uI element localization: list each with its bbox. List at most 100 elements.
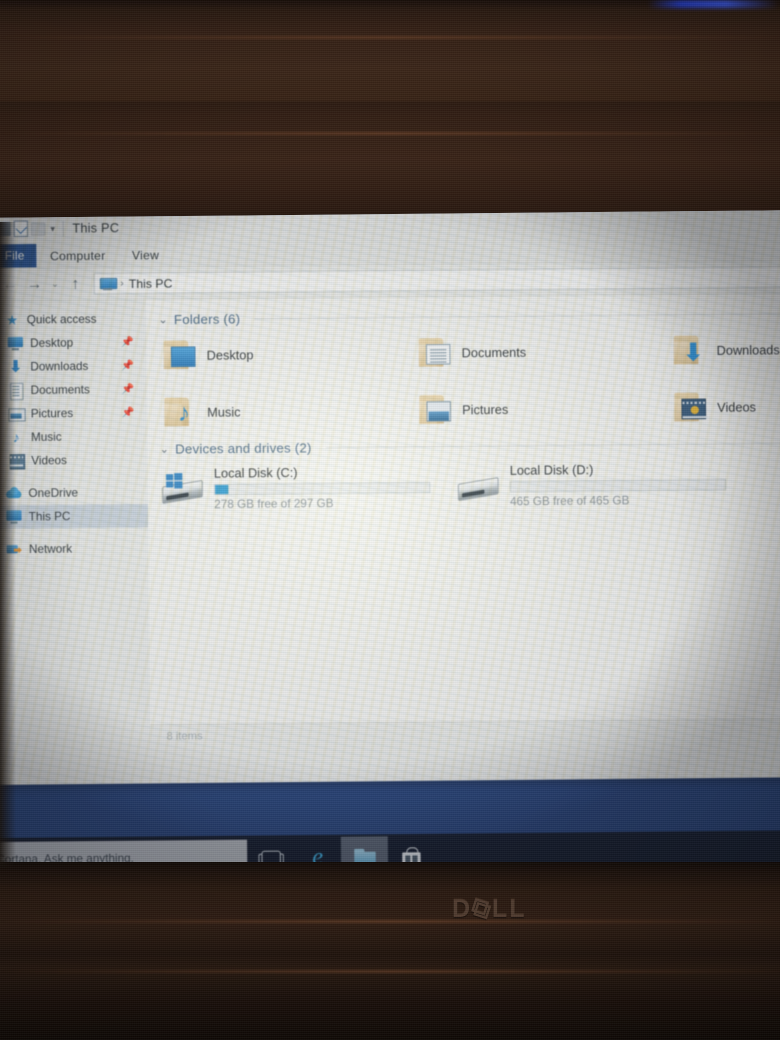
tab-file[interactable]: File [0, 243, 37, 268]
dell-brand-logo: D⧉LL [452, 892, 548, 925]
drive-name: Local Disk (D:) [509, 463, 594, 479]
sidebar-item-label: This PC [28, 510, 71, 523]
save-icon[interactable] [0, 221, 11, 237]
document-badge-icon [425, 344, 451, 365]
tab-computer[interactable]: Computer [37, 243, 119, 267]
sidebar-item-label: OneDrive [28, 486, 79, 500]
sidebar-item-network[interactable]: Network [0, 537, 148, 562]
laptop-lid-bezel [0, 0, 780, 228]
back-button[interactable]: ← [0, 273, 21, 296]
pin-icon[interactable]: 📌 [121, 337, 134, 348]
folder-item-documents[interactable]: Documents [414, 329, 669, 376]
content-pane: ⌄ Folders (6) Desktop Documents ⬇ Downlo… [145, 292, 780, 747]
folder-item-desktop[interactable]: Desktop [159, 331, 414, 378]
drive-item-d[interactable]: Local Disk (D:) 465 GB free of 465 GB [456, 459, 752, 509]
group-divider [325, 441, 780, 449]
address-bar[interactable]: › This PC [93, 266, 780, 295]
status-led [648, 0, 778, 8]
network-icon [7, 542, 22, 557]
drive-item-c[interactable]: Local Disk (C:) 278 GB free of 297 GB [160, 462, 456, 512]
this-pc-icon [100, 277, 115, 289]
sidebar-item-label: Network [28, 542, 73, 556]
brand-letters: LL [491, 895, 527, 923]
chevron-down-icon[interactable]: ⌄ [158, 313, 168, 326]
folder-item-downloads[interactable]: ⬇ Downloads [669, 326, 780, 373]
desktop-icon [8, 336, 23, 351]
item-count-label: 8 items [166, 729, 203, 743]
drives-group-header[interactable]: ⌄ Devices and drives (2) [160, 434, 780, 457]
drives-grid: Local Disk (C:) 278 GB free of 297 GB Lo… [160, 458, 780, 512]
sidebar-item-desktop[interactable]: Desktop 📌 [0, 331, 146, 356]
sidebar-item-label: Music [30, 430, 62, 444]
chevron-down-icon[interactable]: ⌄ [160, 443, 170, 456]
folder-icon: ⬇ [669, 333, 710, 368]
sidebar-item-videos[interactable]: Videos [0, 448, 148, 473]
music-badge-icon: ♪ [177, 399, 191, 428]
folders-group-header[interactable]: ⌄ Folders (6) [158, 305, 780, 328]
drives-group-title: Devices and drives (2) [175, 440, 312, 457]
properties-icon[interactable] [13, 220, 29, 238]
sidebar-item-label: Desktop [30, 336, 74, 350]
sidebar-item-downloads[interactable]: ⬇ Downloads 📌 [0, 354, 147, 379]
drive-name: Local Disk (C:) [213, 465, 298, 481]
folder-icon [414, 336, 455, 371]
sidebar-item-label: Pictures [30, 407, 74, 420]
folder-item-music[interactable]: ♪ Music [159, 388, 414, 435]
chevron-down-icon[interactable]: ▾ [50, 223, 55, 234]
picture-badge-icon [426, 401, 452, 422]
recent-locations-button[interactable]: ⌄ [48, 273, 62, 296]
pin-icon[interactable]: 📌 [121, 384, 134, 395]
hard-drive-icon [456, 470, 501, 505]
status-bar: 8 items [150, 716, 780, 747]
sidebar-item-label: Documents [30, 383, 90, 397]
video-icon [9, 453, 24, 468]
sidebar-item-onedrive[interactable]: OneDrive [0, 481, 148, 506]
document-icon [8, 383, 23, 398]
forward-button[interactable]: → [23, 273, 46, 296]
tab-view[interactable]: View [119, 243, 173, 267]
folder-label: Documents [461, 345, 527, 361]
laptop-base-bezel [0, 862, 780, 1040]
star-icon: ★ [6, 312, 19, 328]
pin-icon[interactable]: 📌 [121, 360, 134, 371]
video-badge-icon [681, 398, 707, 420]
sidebar-item-pictures[interactable]: Pictures 📌 [0, 401, 147, 426]
breadcrumb-this-pc[interactable]: This PC [129, 276, 173, 291]
cloud-icon [6, 486, 21, 501]
this-pc-icon [6, 509, 21, 524]
folder-label: Music [207, 405, 241, 420]
sidebar-item-label: Videos [31, 454, 67, 467]
folders-group-title: Folders (6) [173, 311, 241, 328]
music-note-icon: ♪ [12, 428, 20, 446]
folder-item-videos[interactable]: Videos [669, 383, 780, 430]
file-explorer-window[interactable]: ▾ This PC File Computer View ← → ⌄ ↑ › T… [0, 210, 780, 785]
sidebar-item-documents[interactable]: Documents 📌 [0, 378, 147, 403]
folder-icon [159, 338, 200, 373]
photographed-laptop-scene: ▾ This PC File Computer View ← → ⌄ ↑ › T… [0, 0, 780, 1040]
sidebar-item-label: Downloads [30, 360, 89, 374]
drive-free-space: 465 GB free of 465 GB [509, 495, 630, 509]
download-icon: ⬇ [9, 358, 23, 376]
up-button[interactable]: ↑ [64, 273, 87, 296]
folder-icon [669, 390, 710, 425]
download-badge-icon: ⬇ [683, 338, 704, 366]
picture-icon [8, 406, 23, 421]
folder-label: Videos [717, 400, 757, 415]
folder-item-pictures[interactable]: Pictures [414, 386, 669, 433]
desktop-badge-icon [170, 346, 196, 368]
drive-capacity-bar [214, 481, 431, 496]
sidebar-item-quick-access[interactable]: ★ Quick access [0, 307, 146, 332]
sidebar-item-this-pc[interactable]: This PC [0, 504, 149, 529]
folders-grid: Desktop Documents ⬇ Downloads ♪ Music Pi… [159, 326, 780, 435]
sidebar-item-music[interactable]: ♪ Music [0, 424, 147, 449]
pin-icon[interactable]: 📌 [121, 407, 134, 418]
new-folder-icon[interactable] [30, 221, 46, 236]
window-title: This PC [72, 220, 120, 236]
breadcrumb-separator: › [120, 277, 124, 290]
drive-capacity-bar [509, 479, 727, 493]
folder-icon [414, 393, 455, 428]
sidebar-item-label: Quick access [26, 313, 97, 327]
navigation-pane: ★ Quick access Desktop 📌 ⬇ Downloads 📌 D… [0, 300, 151, 749]
hard-drive-icon [160, 473, 205, 508]
folder-label: Desktop [206, 347, 254, 363]
